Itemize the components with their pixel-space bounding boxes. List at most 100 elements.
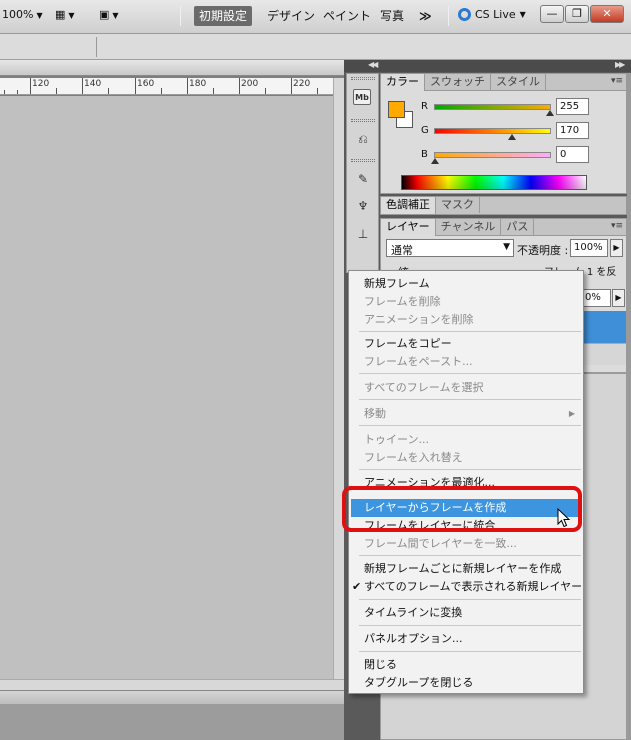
workspace-essentials[interactable]: 初期設定: [194, 6, 253, 26]
screen-mode-icon: ▣: [99, 8, 110, 21]
menu-item-delete-animation[interactable]: アニメーションを削除: [351, 311, 581, 329]
ruler-tick: [30, 78, 31, 94]
tab-swatches[interactable]: スウォッチ: [425, 74, 491, 90]
clone-source-icon[interactable]: ♆: [353, 196, 373, 216]
menu-item-close[interactable]: 閉じる: [351, 656, 581, 674]
layer-row[interactable]: [581, 343, 626, 365]
expand-icon[interactable]: ▶▶: [615, 60, 625, 69]
blue-value-input[interactable]: 0: [556, 146, 589, 163]
adjustments-tabs: 色調補正 マスク: [381, 197, 626, 214]
application-bar: 100% ▼ ▦ ▼ ▣ ▼ 初期設定 デザイン ペイント 写真 ≫ CS Live …: [0, 0, 631, 34]
close-button[interactable]: ✕: [590, 5, 624, 23]
color-panel-tabs: カラー スウォッチ スタイル ▾≡: [381, 74, 626, 91]
menu-item-copy-frame[interactable]: フレームをコピー: [351, 335, 581, 353]
blue-slider[interactable]: [431, 152, 551, 164]
foreground-color-swatch[interactable]: [388, 101, 405, 118]
zoom-dropdown[interactable]: 100% ▼: [2, 8, 43, 21]
menu-item-flatten-frames-into-layers[interactable]: フレームをレイヤーに統合: [351, 517, 581, 535]
menu-item-tween[interactable]: トゥイーン...: [351, 431, 581, 449]
brush-icon[interactable]: ✎: [353, 169, 373, 189]
green-value-input[interactable]: 170: [556, 122, 589, 139]
blend-mode-select[interactable]: 通常 ▼: [386, 239, 514, 257]
menu-item-paste-frame[interactable]: フレームをペースト...: [351, 353, 581, 371]
menu-separator: [359, 373, 581, 374]
menu-item-convert-to-timeline[interactable]: タイムラインに変換: [351, 604, 581, 622]
minimize-button[interactable]: —: [540, 5, 564, 23]
selected-layer-row[interactable]: [581, 311, 626, 343]
history-icon[interactable]: ⎌: [353, 129, 373, 149]
menu-separator: [359, 331, 581, 332]
horizontal-scrollbar[interactable]: [0, 679, 344, 690]
ruler-label: 200: [241, 79, 259, 89]
ruler-tick: [17, 90, 18, 94]
zoom-value: 100%: [2, 8, 34, 21]
menu-item-create-new-layer-per-frame[interactable]: 新規フレームごとに新規レイヤーを作成: [351, 560, 581, 578]
menu-item-panel-options[interactable]: パネルオプション...: [351, 630, 581, 648]
menu-item-optimize-animation[interactable]: アニメーションを最適化...: [351, 474, 581, 492]
red-value-input[interactable]: 255: [556, 98, 589, 115]
arrange-documents-dropdown[interactable]: ▣ ▼: [99, 8, 119, 21]
chevron-down-icon: ▼: [112, 11, 119, 20]
red-slider[interactable]: [434, 104, 554, 116]
collapsed-panel-strip: Mb ⎌ ✎ ♆ ⊥: [346, 73, 379, 273]
menu-item-delete-frame[interactable]: フレームを削除: [351, 293, 581, 311]
opacity-input[interactable]: 100%: [570, 239, 608, 257]
strip-grip: [351, 119, 375, 122]
fill-input[interactable]: 0%: [581, 289, 611, 307]
workspace-painting[interactable]: ペイント: [318, 6, 376, 26]
chevron-down-icon: ▼: [519, 10, 526, 19]
layers-panel-tabs: レイヤー チャンネル パス ▾≡: [381, 219, 626, 236]
ruler-tick: [239, 78, 240, 94]
opacity-slider-button[interactable]: ▶: [610, 239, 623, 257]
ruler-tick: [187, 78, 188, 94]
options-bar: [0, 34, 631, 60]
panel-menu-icon[interactable]: ▾≡: [611, 221, 623, 231]
mini-bridge-icon[interactable]: Mb: [353, 89, 371, 105]
cs-live-button[interactable]: CS Live ▼: [458, 8, 526, 21]
menu-item-close-tab-group[interactable]: タブグループを閉じる: [351, 674, 581, 692]
workspace-photography[interactable]: 写真: [375, 6, 409, 26]
menu-separator: [359, 625, 581, 626]
tab-paths[interactable]: パス: [501, 219, 535, 235]
document-tab-bar: [0, 60, 344, 76]
menu-item-match-layer-across-frames[interactable]: フレーム間でレイヤーを一致...: [351, 535, 581, 553]
panel-menu-icon[interactable]: ▾≡: [611, 76, 623, 86]
menu-item-reverse-frames[interactable]: フレームを入れ替え: [351, 449, 581, 467]
menu-item-select-all-frames[interactable]: すべてのフレームを選択: [351, 379, 581, 397]
green-slider[interactable]: [434, 128, 551, 140]
tool-presets-icon[interactable]: ⊥: [353, 224, 373, 244]
tab-channels[interactable]: チャンネル: [436, 219, 502, 235]
menu-item-new-frame[interactable]: 新規フレーム: [351, 275, 581, 293]
cs-live-label: CS Live: [475, 8, 516, 21]
chevron-down-icon: ▼: [36, 11, 43, 20]
tab-adjustments[interactable]: 色調補正: [381, 197, 436, 214]
cs-live-icon: [458, 8, 471, 21]
tab-color[interactable]: カラー: [381, 74, 425, 91]
color-panel: カラー スウォッチ スタイル ▾≡ R 255 G 170 B 0: [380, 73, 627, 194]
menu-item-go-to[interactable]: 移動 ▶: [351, 405, 581, 423]
restore-button[interactable]: ❐: [565, 5, 589, 23]
color-spectrum-bar[interactable]: [401, 175, 587, 190]
collapse-icon[interactable]: ◀◀: [368, 60, 378, 69]
ruler-tick: [4, 90, 5, 94]
slider-thumb[interactable]: [508, 134, 516, 140]
blend-mode-value: 通常: [391, 244, 413, 257]
red-channel-label: R: [421, 101, 428, 112]
ruler-tick: [213, 88, 214, 94]
slider-thumb[interactable]: [546, 110, 554, 116]
tab-layers[interactable]: レイヤー: [381, 219, 436, 236]
view-extras-dropdown[interactable]: ▦ ▼: [55, 8, 75, 21]
menu-item-new-layers-visible-in-all-frames[interactable]: ✔ すべてのフレームで表示される新規レイヤー: [351, 578, 582, 596]
menu-item-make-frames-from-layers[interactable]: レイヤーからフレームを作成: [351, 499, 581, 517]
vertical-scrollbar[interactable]: [333, 78, 344, 679]
tab-masks[interactable]: マスク: [436, 197, 480, 213]
ruler-tick: [291, 78, 292, 94]
fill-slider-button[interactable]: ▶: [612, 289, 625, 307]
document-canvas[interactable]: [0, 96, 333, 679]
workspace-design[interactable]: デザイン: [262, 6, 320, 26]
menu-item-go-to-label: 移動: [364, 407, 386, 420]
slider-thumb[interactable]: [431, 158, 439, 164]
ruler-tick: [56, 88, 57, 94]
tab-styles[interactable]: スタイル: [491, 74, 546, 90]
more-workspaces-button[interactable]: ≫: [414, 6, 437, 26]
